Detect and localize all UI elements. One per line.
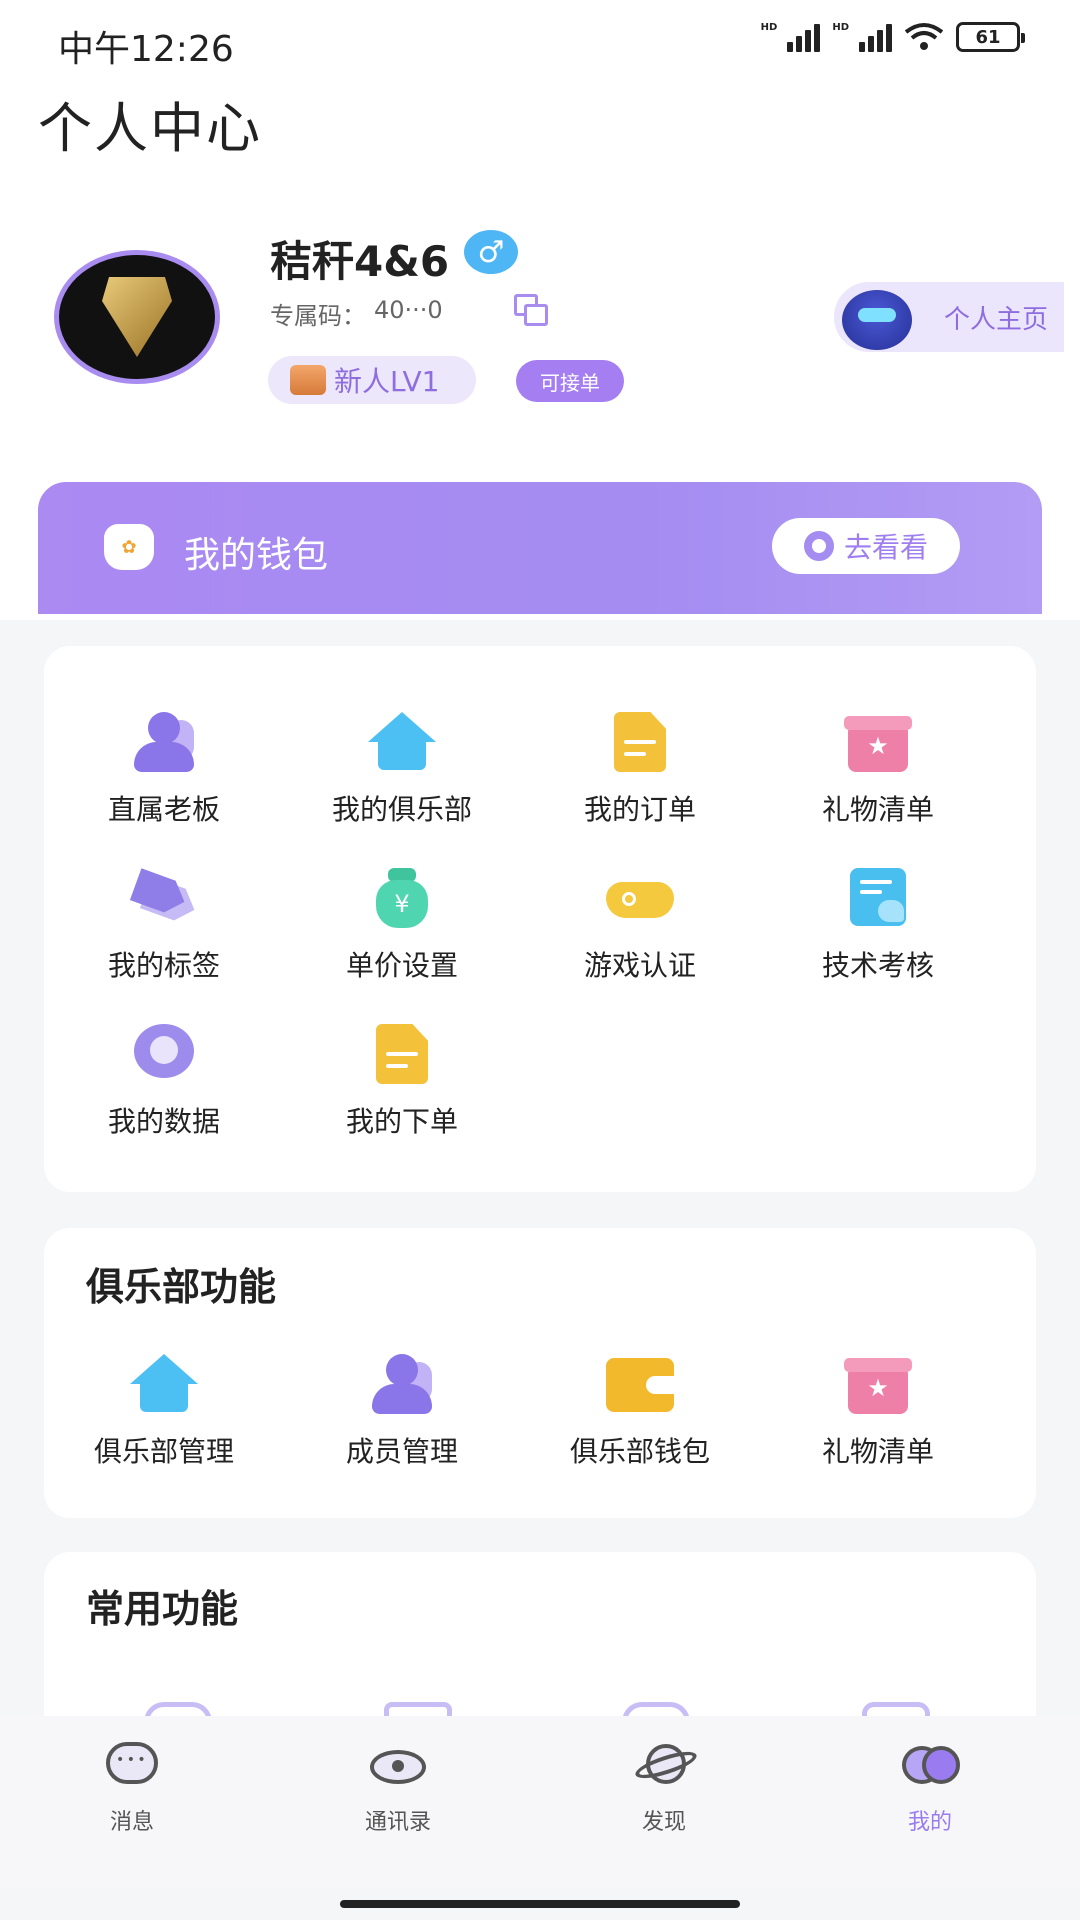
wifi-icon	[904, 23, 944, 50]
document-icon	[368, 1024, 436, 1084]
gamepad-icon	[606, 868, 674, 928]
pie-chart-icon	[130, 1024, 198, 1084]
level-badge: 新人LV1	[268, 356, 476, 404]
homepage-label: 个人主页	[943, 304, 1048, 335]
grid-item-label: 技术考核	[821, 949, 934, 982]
grid-item-label: 游戏认证	[583, 949, 696, 982]
grid-item-club-management[interactable]: 俱乐部管理	[44, 1354, 284, 1470]
grid-item-my-club[interactable]: 我的俱乐部	[282, 712, 522, 828]
house-icon	[368, 712, 436, 772]
planet-icon	[632, 1740, 700, 1790]
hd-label: HD	[760, 22, 778, 33]
tab-mine[interactable]: 我的	[850, 1740, 1010, 1836]
grid-item-label: 礼物清单	[821, 1435, 934, 1468]
grid-item-club-wallet[interactable]: 俱乐部钱包	[520, 1354, 760, 1470]
code-value: 40···0	[374, 296, 443, 324]
tag-icon	[130, 868, 198, 928]
grid-item-my-data[interactable]: 我的数据	[44, 1024, 284, 1140]
grid-item-member-management[interactable]: 成员管理	[282, 1354, 522, 1470]
grid-item-label: 俱乐部钱包	[569, 1435, 710, 1468]
shield-logo-icon	[102, 277, 172, 357]
wallet-go-label: 去看看	[843, 531, 928, 564]
accept-order-badge: 可接单	[516, 360, 624, 402]
club-functions-title: 俱乐部功能	[86, 1265, 277, 1309]
level-label: 新人LV1	[334, 365, 440, 398]
chat-bubble-icon	[102, 1740, 162, 1790]
status-time: 中午12:26	[58, 29, 234, 70]
grid-item-my-tags[interactable]: 我的标签	[44, 868, 284, 984]
document-icon	[606, 712, 674, 772]
grid-item-club-gift-list[interactable]: ★ 礼物清单	[758, 1354, 998, 1470]
robot-mascot-icon	[842, 290, 912, 350]
grid-item-label: 直属老板	[107, 793, 220, 826]
grid-item-label: 礼物清单	[821, 793, 934, 826]
status-bar: 中午12:26 HD HD 61	[0, 0, 1080, 80]
tab-label: 消息	[109, 1810, 154, 1835]
grid-item-label: 我的下单	[345, 1105, 458, 1138]
bottom-tab-bar: 消息 通讯录 发现 我的	[0, 1716, 1080, 1888]
status-icons: HD HD 61	[760, 22, 1025, 52]
grid-item-direct-boss[interactable]: 直属老板	[44, 712, 284, 828]
grid-item-label: 我的标签	[107, 949, 220, 982]
tab-messages[interactable]: 消息	[52, 1740, 212, 1836]
signal-icon	[787, 22, 821, 52]
tab-contacts[interactable]: 通讯录	[318, 1740, 478, 1836]
tab-label: 通讯录	[364, 1810, 431, 1835]
signal-icon-2	[859, 22, 892, 52]
gift-icon: ★	[844, 712, 912, 772]
grid-item-skill-assessment[interactable]: 技术考核	[758, 868, 998, 984]
flower-icon	[803, 531, 834, 561]
home-indicator[interactable]	[340, 1900, 740, 1908]
level-icon	[290, 365, 326, 395]
grid-item-label: 我的数据	[107, 1105, 220, 1138]
club-functions-card: 俱乐部功能 俱乐部管理 成员管理 俱乐部钱包 ★ 礼物清单	[44, 1228, 1036, 1518]
personal-functions-card: 直属老板 我的俱乐部 我的订单 ★ 礼物清单 我的标签 ¥ 单价设置 游戏认证 …	[44, 646, 1036, 1192]
copy-icon[interactable]	[514, 294, 548, 326]
grid-item-label: 成员管理	[345, 1435, 458, 1468]
money-bag-icon: ¥	[368, 868, 436, 928]
grid-item-my-orders[interactable]: 我的订单	[520, 712, 760, 828]
page-title: 个人中心	[38, 97, 262, 160]
person-icon	[368, 1354, 436, 1414]
male-gender-icon: ♂	[464, 230, 518, 274]
grid-item-label: 我的俱乐部	[331, 793, 472, 826]
person-icon	[130, 712, 198, 772]
battery-level: 61	[975, 26, 1001, 48]
grid-item-label: 俱乐部管理	[93, 1435, 234, 1468]
battery-icon: 61	[956, 22, 1025, 52]
grid-item-label: 单价设置	[345, 949, 458, 982]
grid-item-price-settings[interactable]: ¥ 单价设置	[282, 868, 522, 984]
grid-item-game-certification[interactable]: 游戏认证	[520, 868, 760, 984]
contacts-eye-icon	[368, 1740, 428, 1790]
common-functions-title: 常用功能	[86, 1587, 239, 1631]
tab-discover[interactable]: 发现	[584, 1740, 744, 1836]
code-label: 专属码：	[270, 302, 366, 330]
avatar[interactable]	[54, 250, 220, 384]
username: 秸秆4&6	[270, 237, 450, 286]
grid-item-gift-list[interactable]: ★ 礼物清单	[758, 712, 998, 828]
hd-label-2: HD	[832, 22, 849, 33]
grid-item-my-placed-orders[interactable]: 我的下单	[282, 1024, 522, 1140]
wallet-go-button[interactable]: 去看看	[772, 518, 960, 574]
tab-label: 我的	[907, 1810, 952, 1835]
money-bag-icon: ✿	[104, 524, 154, 570]
mine-icon	[900, 1740, 960, 1790]
gift-icon: ★	[844, 1354, 912, 1414]
wallet-label: 我的钱包	[184, 535, 329, 576]
exclusive-code: 专属码： 40···0	[270, 296, 443, 331]
tab-label: 发现	[641, 1810, 686, 1835]
grid-item-label: 我的订单	[583, 793, 696, 826]
wallet-icon	[606, 1354, 674, 1414]
house-icon	[130, 1354, 198, 1414]
assessment-icon	[844, 868, 912, 928]
